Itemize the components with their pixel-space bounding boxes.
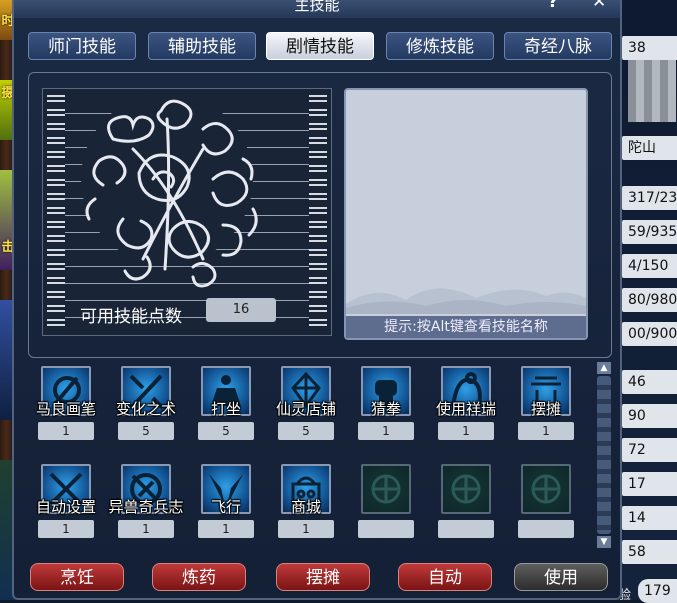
auto-button[interactable]: 自动: [398, 563, 492, 591]
tab-cultivation-skills[interactable]: 修炼技能: [386, 32, 494, 60]
skill-level: 1: [198, 520, 254, 538]
attr-value: 90: [622, 404, 677, 428]
blurred-area: [628, 60, 676, 122]
attr-value: 80/980: [622, 288, 677, 312]
skill-level: [438, 520, 494, 538]
attr-value: 59/935: [622, 220, 677, 244]
attr-value: 38: [622, 36, 677, 60]
skill-name: 马良画笔: [35, 400, 96, 418]
skill-level: 1: [358, 422, 414, 440]
alchemy-button[interactable]: 炼药: [152, 563, 246, 591]
skill-name: 打坐: [210, 400, 241, 418]
window-titlebar[interactable]: 主技能 ? ✕: [14, 0, 620, 18]
skill-slot-brush[interactable]: 马良画笔 1: [30, 366, 102, 448]
skill-name: 飞行: [210, 498, 241, 516]
skill-window: 主技能 ? ✕ 师门技能 辅助技能 剧情技能 修炼技能 奇经八脉 可用技能点数 …: [12, 0, 622, 600]
skill-name: 猜拳: [370, 400, 401, 418]
skill-name: 自动设置: [35, 498, 96, 516]
empty-slot-icon[interactable]: [441, 464, 491, 514]
skill-slot-beast-book[interactable]: 异兽奇兵志 1: [108, 464, 184, 546]
skill-level: 1: [38, 520, 94, 538]
mountain-watermark: [346, 288, 586, 314]
skill-slot-empty[interactable]: [510, 464, 582, 546]
skill-level: 1: [438, 422, 494, 440]
skill-slot-auto[interactable]: 自动设置 1: [30, 464, 102, 546]
skill-level: 5: [198, 422, 254, 440]
help-button[interactable]: ?: [548, 0, 558, 11]
tab-school-skills[interactable]: 师门技能: [28, 32, 136, 60]
skill-name: 异兽奇兵志: [108, 498, 184, 516]
skill-slot-meditate[interactable]: 打坐 5: [190, 366, 262, 448]
skill-name: 变化之术: [115, 400, 176, 418]
cook-button[interactable]: 烹饪: [30, 563, 124, 591]
skill-slot-empty[interactable]: [350, 464, 422, 546]
attr-value: 72: [622, 438, 677, 462]
alt-hint-bar: 提示:按Alt键查看技能名称: [346, 316, 586, 338]
auspicious-cloud-emblem: [81, 93, 258, 288]
use-button[interactable]: 使用: [514, 563, 608, 591]
skill-slot-empty[interactable]: [430, 464, 502, 546]
scroll-up-arrow[interactable]: ▲: [597, 362, 611, 374]
empty-slot-icon[interactable]: [361, 464, 411, 514]
attr-value: 陀山: [622, 136, 677, 160]
skill-level: [358, 520, 414, 538]
skill-slot-transform[interactable]: 变化之术 5: [110, 366, 182, 448]
skill-art-panel: [42, 88, 332, 336]
tab-meridian-skills[interactable]: 奇经八脉: [504, 32, 612, 60]
scroll-down-arrow[interactable]: ▼: [597, 536, 611, 548]
skill-level: 1: [278, 520, 334, 538]
skill-description-panel: 提示:按Alt键查看技能名称: [344, 88, 588, 340]
tab-story-skills[interactable]: 剧情技能: [266, 32, 374, 60]
skill-slot-fist[interactable]: 猜拳 1: [350, 366, 422, 448]
skill-name: 摆摊: [530, 400, 561, 418]
attr-value: 58: [622, 540, 677, 564]
empty-slot-icon[interactable]: [521, 464, 571, 514]
attribute-panel: 38 陀山 317/23 59/935 4/150 80/980 00/900 …: [614, 0, 677, 603]
skill-name: 商城: [290, 498, 321, 516]
skill-slot-shop[interactable]: 仙灵店铺 5: [270, 366, 342, 448]
stall-button[interactable]: 摆摊: [276, 563, 370, 591]
skill-scrollbar[interactable]: [597, 376, 611, 534]
skill-level: 1: [518, 422, 574, 440]
skill-name: 仙灵店铺: [275, 400, 336, 418]
tab-auxiliary-skills[interactable]: 辅助技能: [148, 32, 256, 60]
skill-points-label: 可用技能点数: [80, 307, 182, 327]
attr-value: 14: [622, 506, 677, 530]
skill-name: 使用祥瑞: [435, 400, 496, 418]
window-title: 主技能: [294, 0, 340, 14]
skill-slot-stall[interactable]: 摆摊 1: [510, 366, 582, 448]
skill-slot-mount[interactable]: 使用祥瑞 1: [430, 366, 502, 448]
attr-value: 4/150: [622, 254, 677, 278]
skill-level: 5: [278, 422, 334, 440]
attr-value: 317/23: [622, 186, 677, 210]
skill-level: 5: [118, 422, 174, 440]
skill-slot-mall[interactable]: 商城 1: [270, 464, 342, 546]
attr-value: 17: [622, 472, 677, 496]
attr-bottom-value: 179: [638, 579, 677, 603]
skill-slot-fly[interactable]: 飞行 1: [190, 464, 262, 546]
skill-level: 1: [118, 520, 174, 538]
skill-level: [518, 520, 574, 538]
attr-value: 46: [622, 370, 677, 394]
attr-value: 00/900: [622, 322, 677, 346]
skill-points-value: 16: [206, 298, 276, 322]
skill-level: 1: [38, 422, 94, 440]
close-button[interactable]: ✕: [592, 0, 606, 11]
